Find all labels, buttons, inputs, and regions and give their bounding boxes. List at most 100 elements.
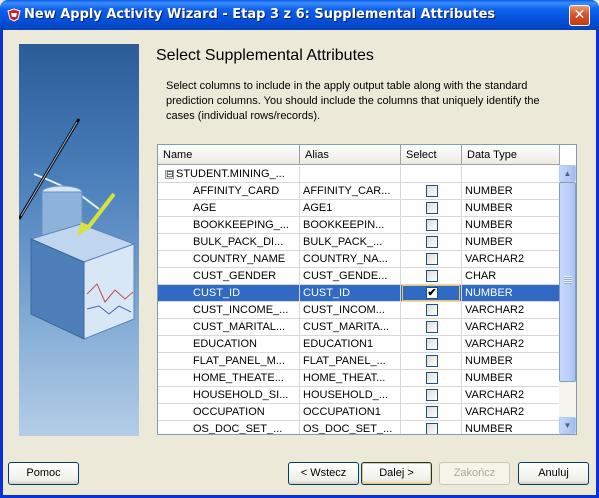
attribute-alias-field[interactable]: EDUCATION1	[300, 336, 401, 353]
select-checkbox[interactable]	[426, 372, 438, 384]
select-checkbox[interactable]	[426, 355, 438, 367]
attribute-alias-field[interactable]: BOOKKEEPIN...	[300, 217, 401, 234]
column-header-select[interactable]: Select	[401, 145, 462, 165]
attribute-alias-field[interactable]: OCCUPATION1	[300, 404, 401, 421]
attribute-name: BOOKKEEPING_...	[158, 217, 300, 234]
select-checkbox[interactable]	[426, 406, 438, 418]
select-checkbox[interactable]	[426, 321, 438, 333]
attribute-name: OCCUPATION	[158, 404, 300, 421]
attribute-alias-field[interactable]: CUST_ID	[300, 285, 401, 302]
attribute-select-cell	[401, 183, 462, 200]
attribute-data-type: NUMBER	[462, 234, 560, 251]
select-checkbox[interactable]	[426, 219, 438, 231]
table-row[interactable]: CUST_INCOME_... CUST_INCOM... VARCHAR2	[158, 302, 560, 319]
attribute-select-cell	[401, 421, 462, 434]
cancel-button[interactable]: Anuluj	[518, 462, 589, 485]
attribute-alias-field[interactable]: BULK_PACK_...	[300, 234, 401, 251]
table-row[interactable]: CUST_MARITAL... CUST_MARITA... VARCHAR2	[158, 319, 560, 336]
attribute-data-type: NUMBER	[462, 183, 560, 200]
scroll-down-button[interactable]: ▼	[559, 417, 576, 434]
select-checkbox[interactable]	[426, 202, 438, 214]
table-row[interactable]: OCCUPATION OCCUPATION1 VARCHAR2	[158, 404, 560, 421]
attribute-data-type: NUMBER	[462, 353, 560, 370]
select-checkbox[interactable]	[426, 253, 438, 265]
checkbox-focus	[402, 217, 460, 233]
attribute-name: HOUSEHOLD_SI...	[158, 387, 300, 404]
column-header-data-type[interactable]: Data Type	[462, 145, 560, 165]
attribute-alias-field[interactable]: HOME_THEAT...	[300, 370, 401, 387]
attribute-select-cell	[401, 370, 462, 387]
select-checkbox[interactable]	[426, 270, 438, 282]
attribute-alias-field[interactable]: OS_DOC_SET_...	[300, 421, 401, 434]
scroll-up-button[interactable]: ▲	[559, 165, 576, 182]
attribute-alias-field[interactable]: AFFINITY_CAR...	[300, 183, 401, 200]
grip-icon	[564, 276, 572, 284]
attribute-data-type: NUMBER	[462, 370, 560, 387]
select-checkbox[interactable]	[426, 389, 438, 401]
page-heading: Select Supplemental Attributes	[156, 47, 374, 64]
help-button[interactable]: Pomoc	[8, 462, 79, 485]
tree-root-row[interactable]: ⊟ STUDENT.MINING_...	[158, 166, 560, 183]
attribute-name: CUST_GENDER	[158, 268, 300, 285]
vertical-scrollbar[interactable]: ▲ ▼	[559, 165, 576, 434]
column-header-alias[interactable]: Alias	[300, 145, 401, 165]
attribute-data-type: VARCHAR2	[462, 336, 560, 353]
table-row[interactable]: EDUCATION EDUCATION1 VARCHAR2	[158, 336, 560, 353]
select-checkbox[interactable]	[426, 338, 438, 350]
attribute-data-type: VARCHAR2	[462, 319, 560, 336]
title-bar[interactable]: New Apply Activity Wizard - Etap 3 z 6: …	[0, 0, 599, 30]
table-row[interactable]: FLAT_PANEL_M... FLAT_PANEL_... NUMBER	[158, 353, 560, 370]
wizard-banner	[19, 44, 139, 436]
table-row[interactable]: HOME_THEATE... HOME_THEAT... NUMBER	[158, 370, 560, 387]
table-row[interactable]: BOOKKEEPING_... BOOKKEEPIN... NUMBER	[158, 217, 560, 234]
table-row[interactable]: AFFINITY_CARD AFFINITY_CAR... NUMBER	[158, 183, 560, 200]
checkbox-focus	[402, 370, 460, 386]
close-button[interactable]: ✕	[569, 5, 590, 26]
select-checkbox[interactable]	[426, 185, 438, 197]
attribute-alias-field[interactable]: CUST_GENDE...	[300, 268, 401, 285]
tree-root-select	[401, 166, 462, 183]
wizard-window: New Apply Activity Wizard - Etap 3 z 6: …	[0, 0, 599, 498]
attribute-data-type: VARCHAR2	[462, 404, 560, 421]
table-row[interactable]: OS_DOC_SET_... OS_DOC_SET_... NUMBER	[158, 421, 560, 434]
collapse-icon[interactable]: ⊟	[165, 170, 174, 179]
attribute-select-cell	[401, 234, 462, 251]
attribute-name: FLAT_PANEL_M...	[158, 353, 300, 370]
checkbox-focus	[402, 336, 460, 352]
window-title: New Apply Activity Wizard - Etap 3 z 6: …	[24, 7, 496, 22]
scroll-thumb[interactable]	[559, 182, 576, 382]
select-checkbox[interactable]: ✔	[426, 287, 438, 299]
finish-button[interactable]: Zakończ	[439, 462, 510, 485]
attribute-name: COUNTRY_NAME	[158, 251, 300, 268]
checkbox-focus	[402, 183, 460, 199]
back-button[interactable]: < Wstecz	[288, 462, 359, 485]
attribute-alias-field[interactable]: AGE1	[300, 200, 401, 217]
attributes-table[interactable]: Name Alias Select Data Type ⊟ STUDENT.MIN…	[157, 144, 577, 435]
table-row[interactable]: CUST_ID CUST_ID ✔ NUMBER	[158, 285, 560, 302]
select-checkbox[interactable]	[426, 236, 438, 248]
select-checkbox[interactable]	[426, 423, 438, 434]
attribute-name: EDUCATION	[158, 336, 300, 353]
table-row[interactable]: HOUSEHOLD_SI... HOUSEHOLD_... VARCHAR2	[158, 387, 560, 404]
table-row[interactable]: BULK_PACK_DI... BULK_PACK_... NUMBER	[158, 234, 560, 251]
table-row[interactable]: AGE AGE1 NUMBER	[158, 200, 560, 217]
attribute-alias-field[interactable]: CUST_MARITA...	[300, 319, 401, 336]
attribute-select-cell	[401, 200, 462, 217]
attribute-alias-field[interactable]: HOUSEHOLD_...	[300, 387, 401, 404]
checkbox-focus	[402, 319, 460, 335]
next-button[interactable]: Dalej >	[361, 462, 432, 485]
table-row[interactable]: COUNTRY_NAME COUNTRY_NA... VARCHAR2	[158, 251, 560, 268]
column-header-name[interactable]: Name	[158, 145, 300, 165]
table-row[interactable]: CUST_GENDER CUST_GENDE... CHAR	[158, 268, 560, 285]
attribute-alias-field[interactable]: COUNTRY_NA...	[300, 251, 401, 268]
select-checkbox[interactable]	[426, 304, 438, 316]
attribute-name: BULK_PACK_DI...	[158, 234, 300, 251]
attribute-select-cell: ✔	[401, 285, 462, 302]
attribute-data-type: NUMBER	[462, 421, 560, 434]
attribute-select-cell	[401, 353, 462, 370]
attribute-data-type: CHAR	[462, 268, 560, 285]
attribute-alias-field[interactable]: CUST_INCOM...	[300, 302, 401, 319]
attribute-name: CUST_MARITAL...	[158, 319, 300, 336]
table-header: Name Alias Select Data Type	[158, 145, 560, 165]
attribute-alias-field[interactable]: FLAT_PANEL_...	[300, 353, 401, 370]
